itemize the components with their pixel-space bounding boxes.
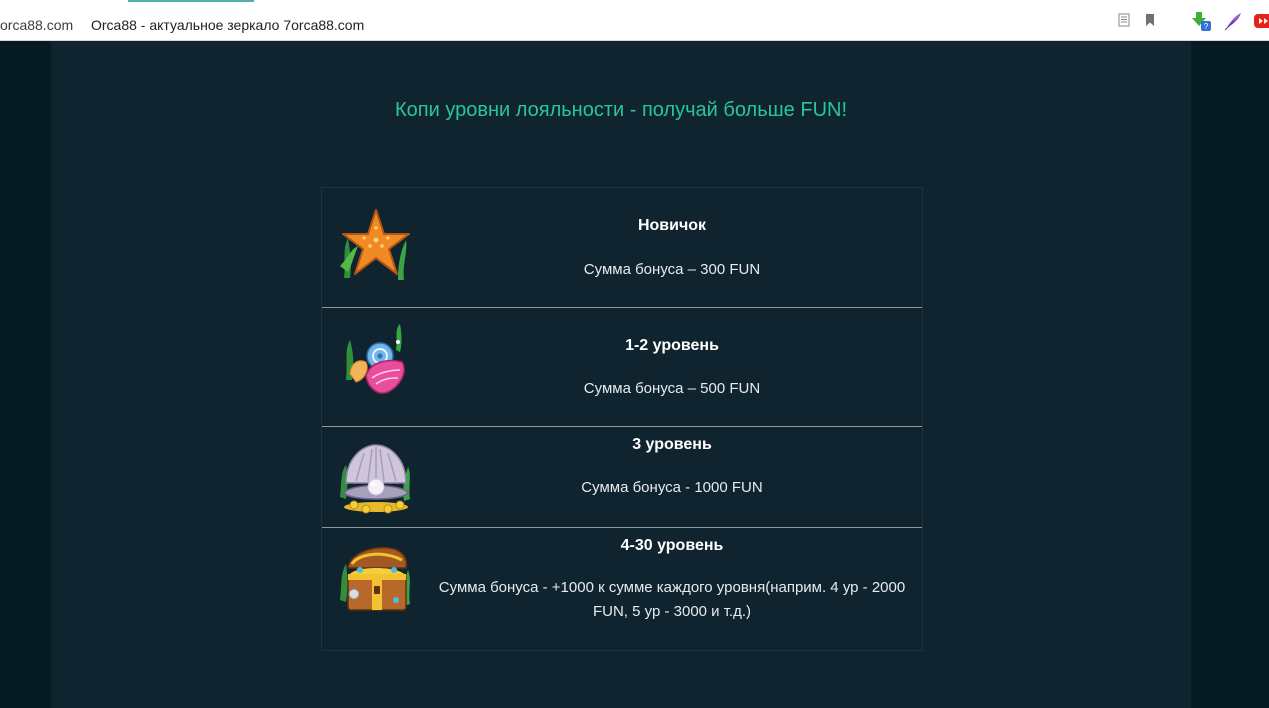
loyalty-heading: Копи уровни лояльности - получай больше … (394, 99, 848, 121)
level-bonus: Сумма бонуса - 1000 FUN (581, 479, 763, 496)
pearl-clam-icon (340, 444, 410, 514)
browser-address-bar: orca88.com Orca88 - актуальное зеркало 7… (0, 0, 1269, 41)
reader-mode-icon[interactable] (1117, 13, 1131, 27)
bookmark-icon[interactable] (1143, 13, 1157, 27)
treasure-chest-icon (340, 546, 410, 611)
level-title: Новичок (637, 217, 707, 234)
page-title: Orca88 - актуальное зеркало 7orca88.com (91, 17, 365, 33)
starfish-icon (340, 209, 410, 280)
level-row: Новичок Сумма бонуса – 300 FUN (322, 188, 922, 308)
level-bonus: Сумма бонуса – 300 FUN (583, 261, 761, 278)
active-tab-indicator (128, 0, 254, 2)
feather-extension-icon[interactable] (1222, 10, 1244, 32)
level-bonus: Сумма бонуса – 500 FUN (583, 380, 761, 397)
level-row: 1-2 уровень Сумма бонуса – 500 FUN (322, 308, 922, 427)
level-row: 4-30 уровень Сумма бонуса - +1000 к сумм… (322, 528, 922, 650)
level-title: 3 уровень (632, 436, 712, 453)
level-title: 1-2 уровень (625, 337, 719, 354)
url-domain[interactable]: orca88.com (0, 17, 73, 33)
url-field[interactable]: orca88.com Orca88 - актуальное зеркало 7… (0, 5, 1168, 35)
download-extension-icon[interactable]: ? (1190, 10, 1212, 32)
svg-text:?: ? (1204, 22, 1209, 31)
level-bonus: Сумма бонуса - +1000 к сумме каждого уро… (438, 579, 906, 620)
seashells-icon (346, 324, 405, 394)
loyalty-section: Копи уровни лояльности - получай больше … (51, 41, 1191, 708)
level-row: 3 уровень Сумма бонуса - 1000 FUN (322, 427, 922, 528)
loyalty-levels-table: Новичок Сумма бонуса – 300 FUN 1-2 урове… (321, 187, 923, 651)
level-title: 4-30 уровень (620, 537, 724, 554)
youtube-extension-icon[interactable] (1253, 10, 1269, 32)
